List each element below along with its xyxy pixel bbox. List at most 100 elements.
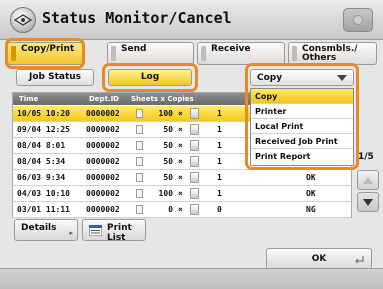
row-time: 08/04 8:01 bbox=[17, 141, 66, 150]
row-time: 08/04 5:34 bbox=[17, 157, 66, 166]
ok-label: OK bbox=[311, 254, 327, 264]
document-icon bbox=[136, 157, 143, 166]
row-copies: 0 bbox=[217, 205, 222, 214]
row-dept: 0000002 bbox=[86, 141, 120, 150]
status-dot-icon bbox=[353, 15, 363, 25]
tab-label: Copy/Print bbox=[21, 44, 75, 54]
row-times: × bbox=[178, 189, 183, 198]
row-times: × bbox=[178, 141, 183, 150]
print-list-button[interactable]: Print List bbox=[82, 219, 146, 243]
copies-icon bbox=[190, 124, 199, 135]
copies-icon bbox=[190, 108, 199, 119]
tab-label: Send bbox=[121, 44, 147, 54]
row-copies: 1 bbox=[217, 141, 222, 150]
col-sheets-copies: Sheets x Copies bbox=[131, 95, 194, 103]
select-value: Copy bbox=[257, 73, 283, 83]
table-row[interactable]: 03/01 11:11 0000002 0 × 0 NG bbox=[13, 202, 351, 218]
row-times: × bbox=[178, 125, 183, 134]
row-dept: 0000002 bbox=[86, 109, 120, 118]
status-footer bbox=[0, 268, 383, 289]
log-type-options: Copy Printer Local Print Received Job Pr… bbox=[250, 88, 354, 166]
tab-send[interactable]: Send bbox=[107, 42, 194, 65]
triangle-down-icon bbox=[363, 198, 373, 206]
col-dept: Dept.ID bbox=[89, 95, 119, 103]
tab-indicator bbox=[111, 46, 116, 61]
col-time: Time bbox=[19, 95, 39, 103]
option-received-job-print[interactable]: Received Job Print bbox=[251, 134, 353, 149]
details-label: Details bbox=[21, 223, 57, 233]
row-copies: 1 bbox=[217, 157, 222, 166]
table-row[interactable]: 06/03 9:34 0000002 50 × 1 OK bbox=[13, 170, 351, 186]
copies-icon bbox=[190, 140, 199, 151]
option-local-print[interactable]: Local Print bbox=[251, 119, 353, 134]
tab-consumables-others[interactable]: Consmbls./ Others bbox=[288, 42, 377, 65]
category-tabs: Copy/Print Send Receive Consmbls./ Other… bbox=[4, 42, 379, 65]
page-indicator: 1/5 bbox=[358, 152, 374, 162]
document-icon bbox=[136, 189, 143, 198]
return-arrow-icon bbox=[355, 256, 364, 264]
list-icon bbox=[89, 225, 102, 236]
document-icon bbox=[136, 141, 143, 150]
ok-button[interactable]: OK bbox=[266, 248, 372, 270]
row-times: × bbox=[178, 205, 183, 214]
row-time: 03/01 11:11 bbox=[17, 205, 70, 214]
row-time: 06/03 9:34 bbox=[17, 173, 66, 182]
row-time: 10/05 10:20 bbox=[17, 109, 70, 118]
row-copies: 1 bbox=[217, 173, 222, 182]
tab-label: Receive bbox=[211, 44, 251, 54]
print-list-label: Print List bbox=[107, 223, 132, 243]
document-icon bbox=[136, 109, 143, 118]
log-type-select[interactable]: Copy bbox=[250, 69, 354, 86]
arrow-right-icon: ▸ bbox=[69, 229, 73, 237]
copies-icon bbox=[190, 204, 199, 215]
row-time: 09/04 12:25 bbox=[17, 125, 70, 134]
row-times: × bbox=[178, 109, 183, 118]
row-sheets: 50 bbox=[163, 173, 173, 182]
row-time: 04/03 10:10 bbox=[17, 189, 70, 198]
tab-job-status[interactable]: Job Status bbox=[16, 69, 94, 86]
option-print-report[interactable]: Print Report bbox=[251, 149, 353, 164]
row-sheets: 50 bbox=[163, 125, 173, 134]
triangle-up-icon bbox=[363, 176, 373, 184]
row-copies: 1 bbox=[217, 189, 222, 198]
row-dept: 0000002 bbox=[86, 173, 120, 182]
page-title: Status Monitor/Cancel bbox=[42, 9, 232, 27]
option-copy[interactable]: Copy bbox=[251, 89, 353, 104]
row-sheets: 100 bbox=[158, 189, 173, 198]
document-icon bbox=[136, 173, 143, 182]
row-times: × bbox=[178, 173, 183, 182]
row-sheets: 100 bbox=[158, 109, 173, 118]
row-result: OK bbox=[306, 173, 316, 182]
status-monitor-icon bbox=[10, 7, 36, 33]
chevron-down-icon bbox=[337, 75, 347, 81]
row-copies: 1 bbox=[217, 125, 222, 134]
tab-copy-print[interactable]: Copy/Print bbox=[7, 42, 83, 65]
tab-receive[interactable]: Receive bbox=[197, 42, 285, 65]
row-sheets: 50 bbox=[163, 141, 173, 150]
scroll-up-button[interactable] bbox=[357, 170, 379, 190]
tab-label-line2: Others bbox=[302, 53, 337, 63]
document-icon bbox=[136, 205, 143, 214]
row-result: NG bbox=[306, 205, 316, 214]
document-icon bbox=[136, 125, 143, 134]
option-printer[interactable]: Printer bbox=[251, 104, 353, 119]
details-button[interactable]: Details ▸ bbox=[14, 219, 78, 241]
tab-log[interactable]: Log bbox=[108, 69, 192, 86]
row-sheets: 0 bbox=[168, 205, 173, 214]
row-times: × bbox=[178, 157, 183, 166]
table-row[interactable]: 04/03 10:10 0000002 100 × 1 OK bbox=[13, 186, 351, 202]
copies-icon bbox=[190, 172, 199, 183]
tab-indicator bbox=[201, 46, 206, 61]
copies-icon bbox=[190, 188, 199, 199]
row-dept: 0000002 bbox=[86, 189, 120, 198]
row-result: OK bbox=[306, 189, 316, 198]
tab-indicator bbox=[292, 46, 297, 61]
tab-indicator bbox=[11, 46, 16, 61]
row-dept: 0000002 bbox=[86, 205, 120, 214]
row-sheets: 50 bbox=[163, 157, 173, 166]
row-dept: 0000002 bbox=[86, 157, 120, 166]
status-button[interactable] bbox=[343, 8, 373, 32]
scroll-down-button[interactable] bbox=[357, 192, 379, 212]
row-dept: 0000002 bbox=[86, 125, 120, 134]
row-copies: 1 bbox=[217, 109, 222, 118]
